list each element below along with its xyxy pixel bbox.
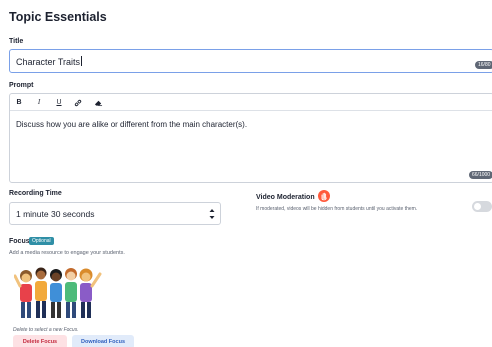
kid-figure (79, 268, 102, 318)
video-moderation-toggle[interactable] (472, 201, 492, 212)
recording-time-value: 1 minute 30 seconds (16, 209, 95, 219)
prompt-char-counter: 66/1000 (469, 171, 492, 179)
video-moderation-title: Video Moderation (256, 194, 315, 201)
recording-time-label: Recording Time (9, 190, 62, 197)
underline-button[interactable]: U (53, 97, 65, 108)
toggle-knob (474, 203, 481, 210)
focus-help-text: Add a media resource to engage your stud… (9, 250, 125, 256)
eraser-icon (94, 100, 102, 107)
kid-figure (65, 268, 77, 318)
prompt-text: Discuss how you are alike or different f… (16, 120, 248, 129)
kid-figure (35, 267, 47, 318)
recording-time-select[interactable]: 1 minute 30 seconds (9, 202, 221, 225)
focus-label: Focus (9, 238, 30, 245)
clear-format-button[interactable] (92, 97, 104, 108)
focus-image[interactable] (14, 262, 108, 320)
hand-icon (318, 190, 330, 202)
video-moderation-description: If moderated, videos will be hidden from… (256, 206, 418, 212)
bold-button[interactable]: B (13, 97, 25, 108)
page-title: Topic Essentials (9, 10, 107, 24)
title-input[interactable]: Character Traits (9, 49, 492, 73)
delete-note: Delete to select a new Focus. (13, 327, 79, 333)
title-char-counter: 16/80 (475, 61, 492, 69)
prompt-editor[interactable]: B I U Discuss how you are alike or diffe… (9, 93, 492, 183)
prompt-label: Prompt (9, 82, 34, 89)
text-caret (81, 56, 83, 66)
title-label: Title (9, 38, 24, 45)
title-value: Character Traits (16, 56, 83, 67)
link-icon (74, 99, 82, 107)
link-button[interactable] (72, 97, 84, 108)
select-arrows-icon (209, 209, 215, 219)
kid-figure (20, 270, 32, 318)
formatting-toolbar: B I U (10, 94, 492, 111)
italic-button[interactable]: I (33, 97, 45, 108)
kid-figure (50, 269, 62, 318)
download-focus-button[interactable]: Download Focus (72, 335, 134, 347)
delete-focus-button[interactable]: Delete Focus (13, 335, 67, 347)
optional-badge: Optional (29, 237, 54, 245)
